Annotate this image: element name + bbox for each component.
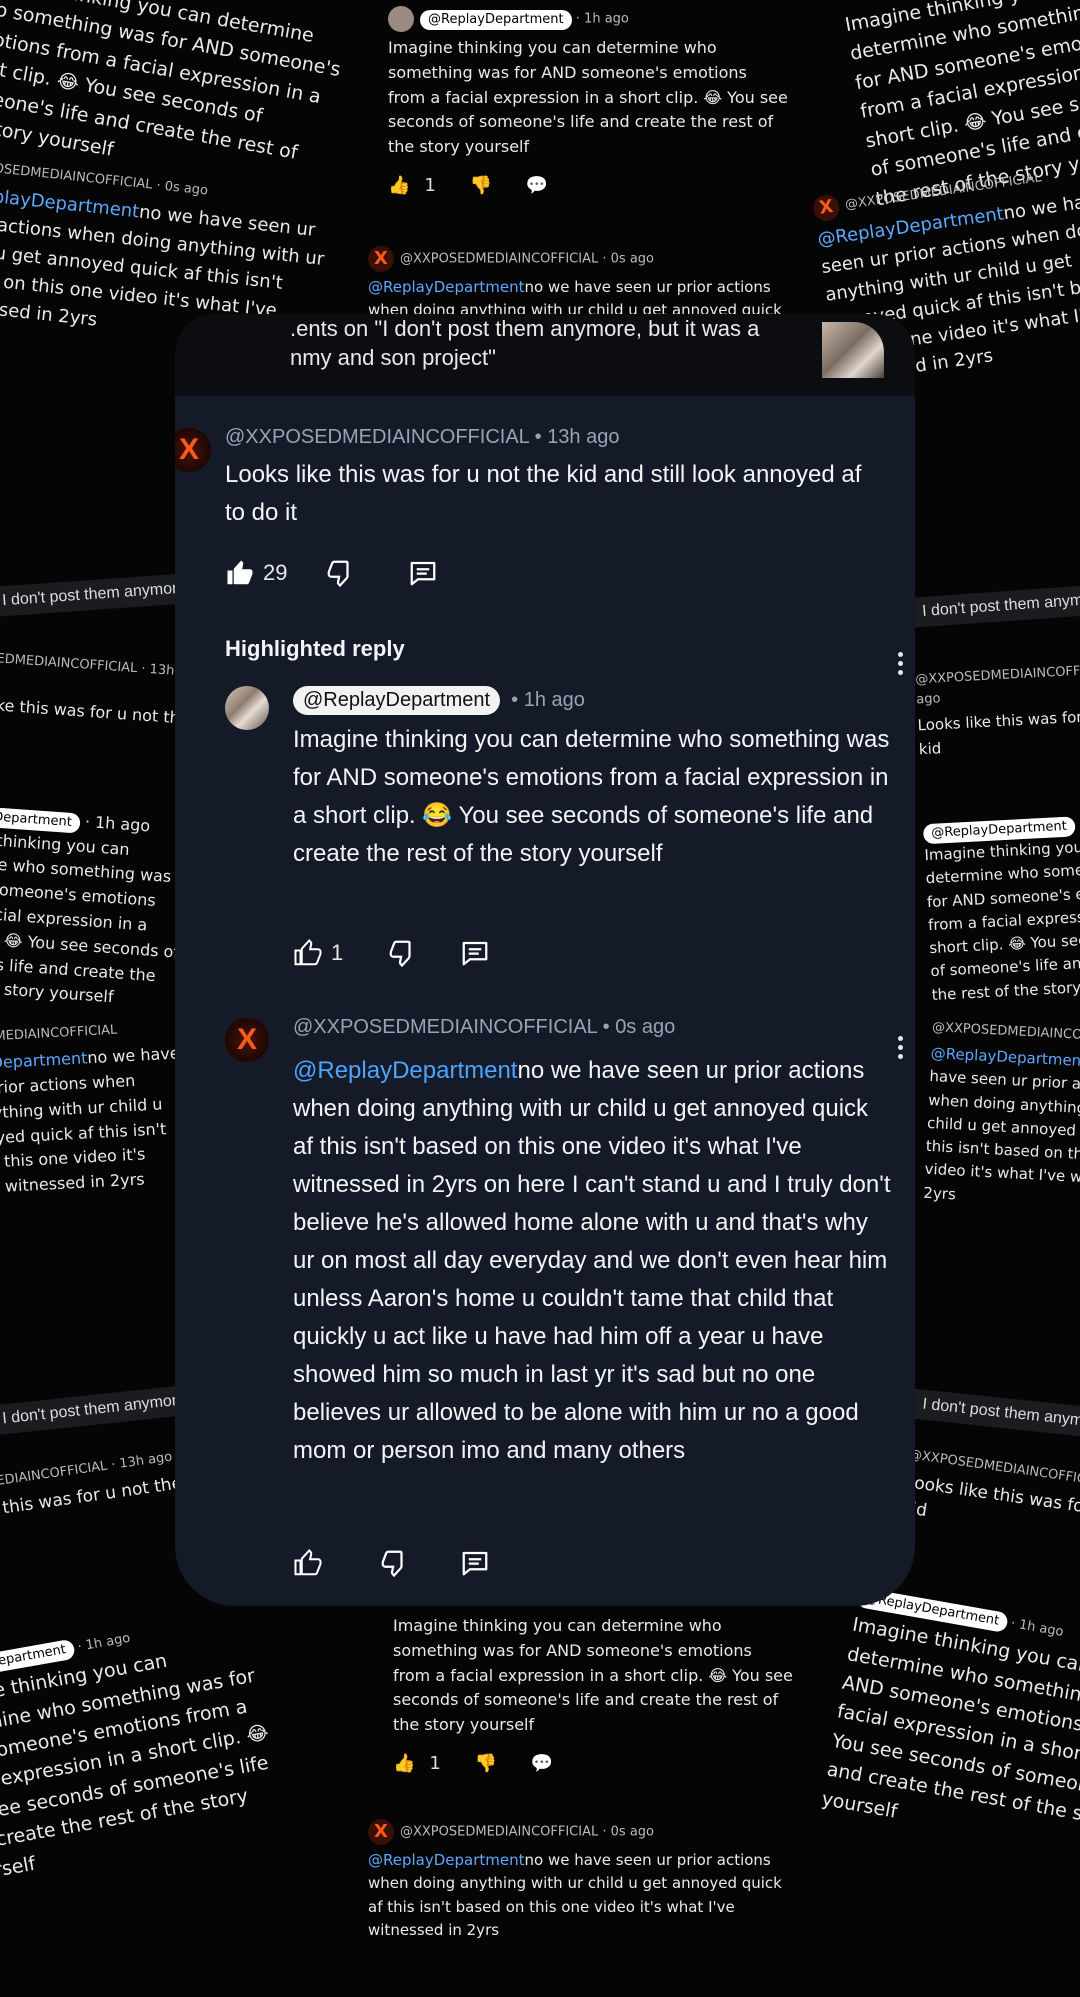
reply-dislike-button[interactable] xyxy=(387,936,417,970)
reply-2-actions xyxy=(293,1546,491,1580)
comment-actions: 29 xyxy=(225,556,439,590)
reply-2-body: no we have seen ur prior actions when do… xyxy=(293,1057,891,1464)
reply-icon xyxy=(407,558,439,588)
reply-like-button[interactable]: 1 xyxy=(293,936,343,970)
bg-strip-left-1: I don't post them anymore, but xyxy=(0,572,195,618)
thumb-down-icon xyxy=(379,1548,409,1578)
comment-meta: @XXPOSEDMEDIAINCOFFICIAL • 13h ago xyxy=(225,426,620,448)
like-button[interactable]: 29 xyxy=(225,556,287,590)
reply-icon xyxy=(459,938,491,968)
thumb-down-icon xyxy=(325,558,355,588)
comments-title-line-2: nmy and son project" xyxy=(290,345,496,370)
video-thumbnail[interactable] xyxy=(822,322,884,378)
reply-icon xyxy=(459,1548,491,1578)
reply-author-avatar[interactable] xyxy=(225,686,269,730)
more-vertical-icon xyxy=(897,1036,903,1041)
reply-2-dislike-button[interactable] xyxy=(379,1546,409,1580)
more-options-button[interactable] xyxy=(897,652,903,680)
bg-tile-right-6: @ReplayDepartment · 1h ago Imagine think… xyxy=(782,1570,1080,1988)
reply-2-like-button[interactable] xyxy=(293,1546,323,1580)
bg-tile-right-3: @XXPOSEDMEDIAINCOFFICIAL · 13h ago Looks… xyxy=(914,662,1080,1004)
thumb-down-icon xyxy=(387,938,417,968)
reply-like-count: 1 xyxy=(331,940,344,965)
bg-tile-left-6: @ReplayDepartment · 1h ago Imagine think… xyxy=(0,1591,323,1997)
commenter-avatar[interactable]: X xyxy=(175,428,211,472)
bg-text: Imagine thinking you can determine who s… xyxy=(388,38,788,157)
reply-2-author[interactable]: @XXPOSEDMEDIAINCOFFICIAL xyxy=(293,1016,597,1038)
reply-reply-button[interactable] xyxy=(459,936,491,970)
reply-2-meta: @XXPOSEDMEDIAINCOFFICIAL • 0s ago xyxy=(293,1016,676,1038)
bg-handle: @ReplayDepartment xyxy=(420,9,572,30)
reply-button[interactable] xyxy=(407,556,439,590)
bg-tile-bottom-2: X @XXPOSEDMEDIAINCOFFICIAL · 0s ago @Repl… xyxy=(368,1819,782,1939)
comments-title-line-1: .ents on "I don't post them anymore, but… xyxy=(290,316,760,341)
comment-thread-panel: X @XXPOSEDMEDIAINCOFFICIAL • 13h ago Loo… xyxy=(175,396,915,1606)
dislike-button[interactable] xyxy=(325,556,355,590)
reply-author-chip[interactable]: @ReplayDepartment xyxy=(293,686,501,715)
comment-author[interactable]: @XXPOSEDMEDIAINCOFFICIAL xyxy=(225,426,529,448)
bg-reply-tile: @ReplayDepartment · 1h ago Imagine think… xyxy=(370,0,806,214)
comment-time: 13h ago xyxy=(547,426,620,448)
more-vertical-icon xyxy=(897,652,903,657)
bg-tile-bottom-1: Imagine thinking you can determine who s… xyxy=(393,1616,793,1774)
comment-text: Looks like this was for u not the kid an… xyxy=(225,461,862,526)
thumb-up-icon xyxy=(293,1548,323,1578)
reply-2-text: @ReplayDepartmentno we have seen ur prio… xyxy=(293,1052,893,1470)
reply-2-author-avatar[interactable]: X xyxy=(225,1018,269,1062)
like-count: 29 xyxy=(263,560,288,585)
highlighted-reply-label: Highlighted reply xyxy=(225,636,405,661)
bg-actions: 👍1 👎 💬 xyxy=(388,174,563,196)
reply-2-time: 0s ago xyxy=(615,1016,676,1038)
reply-text: Imagine thinking you can determine who s… xyxy=(293,726,890,867)
bg-tile-right-4: @XXPOSEDMEDIAINCOFFICIAL @ReplayDepartme… xyxy=(922,1019,1080,1204)
reply-actions: 1 xyxy=(293,936,491,970)
thumb-up-icon xyxy=(293,938,323,968)
reply-time: 1h ago xyxy=(523,689,585,711)
reply-2-more-options-button[interactable] xyxy=(897,1036,903,1064)
comments-title: .ents on "I don't post them anymore, but… xyxy=(290,314,760,372)
reply-meta: @ReplayDepartment • 1h ago xyxy=(293,686,585,715)
thumb-up-icon xyxy=(225,558,255,588)
reply-2-reply-button[interactable] xyxy=(459,1546,491,1580)
reply-2-mention[interactable]: @ReplayDepartment xyxy=(293,1057,517,1084)
